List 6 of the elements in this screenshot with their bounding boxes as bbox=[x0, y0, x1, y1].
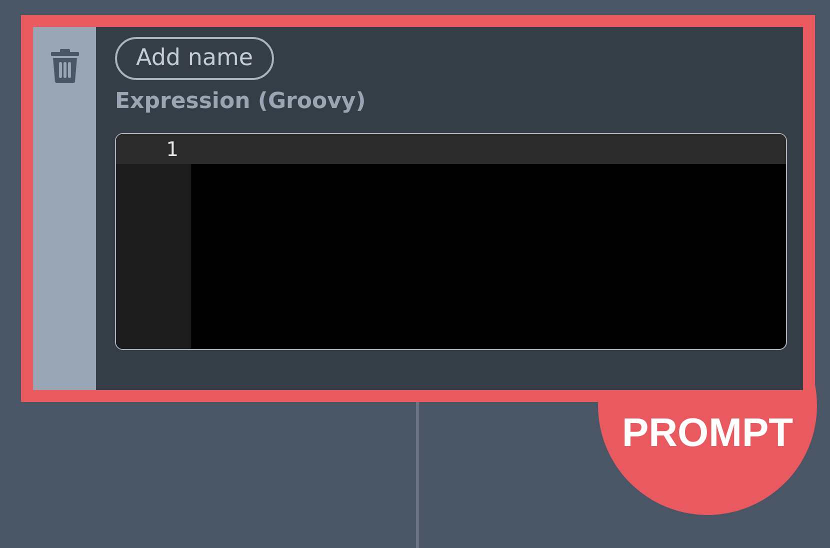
code-editor[interactable]: 1 bbox=[115, 133, 787, 350]
add-name-button[interactable]: Add name bbox=[115, 37, 274, 80]
trash-icon[interactable] bbox=[50, 49, 80, 83]
expression-label: Expression (Groovy) bbox=[115, 88, 366, 116]
badge-label: PROMPT bbox=[622, 410, 794, 457]
line-number: 1 bbox=[164, 136, 178, 163]
